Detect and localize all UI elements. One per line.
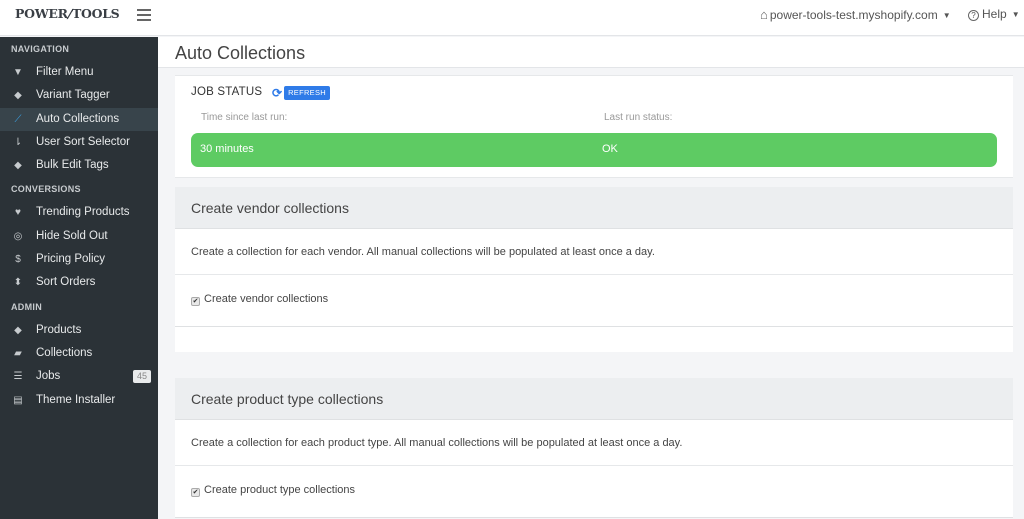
time-since-last-run-value: 30 minutes [200,143,254,155]
sidebar-item-trending-products[interactable]: ♥ Trending Products [0,201,158,224]
sidebar-item-hide-sold-out[interactable]: ◎ Hide Sold Out [0,225,158,248]
sidebar-item-bulk-edit-tags[interactable]: ◆ Bulk Edit Tags [0,154,158,177]
question-circle-icon: ? [968,10,979,21]
section-description: Create a collection for each product typ… [175,420,1013,466]
sidebar-item-products[interactable]: ◆ Products [0,319,158,342]
refresh-control[interactable]: ⟳ REFRESH [272,84,330,100]
magic-wand-icon: ⟋ [14,113,22,125]
vendor-collections-section: Create vendor collections Create a colle… [175,187,1013,352]
logo[interactable]: POWER/TOOLS [15,6,120,21]
sidebar: NAVIGATION ▼ Filter Menu ◆ Variant Tagger … [0,37,158,519]
vendor-collections-option[interactable]: ✔ Create vendor collections [175,275,1013,327]
sidebar-item-user-sort-selector[interactable]: ⇂ User Sort Selector [0,131,158,154]
heart-icon: ♥ [15,207,21,219]
filter-icon: ▼ [13,67,23,78]
sidebar-item-auto-collections[interactable]: ⟋ Auto Collections [0,107,158,131]
sort-updown-icon: ⬍ [13,277,23,289]
time-since-last-run-label: Time since last run: [201,112,288,123]
folder-open-icon: ▰ [14,347,22,359]
checkbox-label[interactable]: Create vendor collections [204,293,328,305]
product-type-collections-section: Create product type collections Create a… [175,378,1013,518]
page-title: Auto Collections [175,43,306,63]
checkbox-label[interactable]: Create product type collections [204,484,355,496]
sidebar-item-sort-orders[interactable]: ⬍ Sort Orders [0,271,158,294]
section-title: Create product type collections [175,378,1013,420]
product-type-collections-option[interactable]: ✔ Create product type collections [175,466,1013,518]
refresh-icon[interactable]: ⟳ [272,86,282,100]
eye-slash-icon: ◎ [13,230,23,242]
dollar-icon: $ [15,254,21,266]
sidebar-heading-navigation: NAVIGATION [11,44,70,54]
page-header: Auto Collections [158,37,1024,68]
job-status-title: JOB STATUS [191,86,263,98]
section-footer [175,327,1013,352]
sidebar-item-pricing-policy[interactable]: $ Pricing Policy [0,248,158,271]
vendor-collections-checkbox[interactable]: ✔ [191,297,200,306]
file-code-icon: ▤ [13,394,23,406]
sidebar-item-collections[interactable]: ▰ Collections [0,342,158,365]
store-name: power-tools-test.myshopify.com [769,8,938,22]
job-status-panel: JOB STATUS ⟳ REFRESH Time since last run:… [175,75,1013,178]
store-dropdown[interactable]: ⌂ power-tools-test.myshopify.com ▼ [760,7,951,22]
hamburger-icon[interactable] [137,9,151,21]
job-status-bar: 30 minutes OK [191,133,997,167]
tag-icon: ◆ [14,324,22,336]
sidebar-item-variant-tagger[interactable]: ◆ Variant Tagger [0,84,158,107]
refresh-button[interactable]: REFRESH [284,85,330,100]
top-bar: POWER/TOOLS ⌂ power-tools-test.myshopify.… [0,0,1024,36]
sidebar-item-jobs[interactable]: ☰ Jobs 45 [0,365,158,388]
sidebar-heading-conversions: CONVERSIONS [11,184,81,195]
sort-icon: ⇂ [13,136,23,148]
last-run-status-label: Last run status: [604,112,673,123]
last-run-status-value: OK [602,143,618,155]
caret-down-icon: ▼ [942,11,951,20]
home-icon: ⌂ [760,7,768,22]
section-title: Create vendor collections [175,187,1013,229]
tag-icon: ◆ [14,90,22,102]
sidebar-item-theme-installer[interactable]: ▤ Theme Installer [0,389,158,412]
section-description: Create a collection for each vendor. All… [175,229,1013,275]
help-label: Help [982,7,1007,21]
logo-text-left: POWER [15,6,68,21]
sidebar-item-filter-menu[interactable]: ▼ Filter Menu [0,61,158,84]
logo-text-right: TOOLS [72,6,120,21]
sidebar-heading-admin: ADMIN [11,301,42,312]
caret-down-icon: ▼ [1011,10,1020,19]
jobs-count-badge: 45 [132,370,151,384]
help-dropdown[interactable]: ? Help ▼ [968,7,1020,21]
tasks-icon: ☰ [13,371,23,383]
tags-icon: ◆ [14,160,22,172]
product-type-collections-checkbox[interactable]: ✔ [191,488,200,497]
